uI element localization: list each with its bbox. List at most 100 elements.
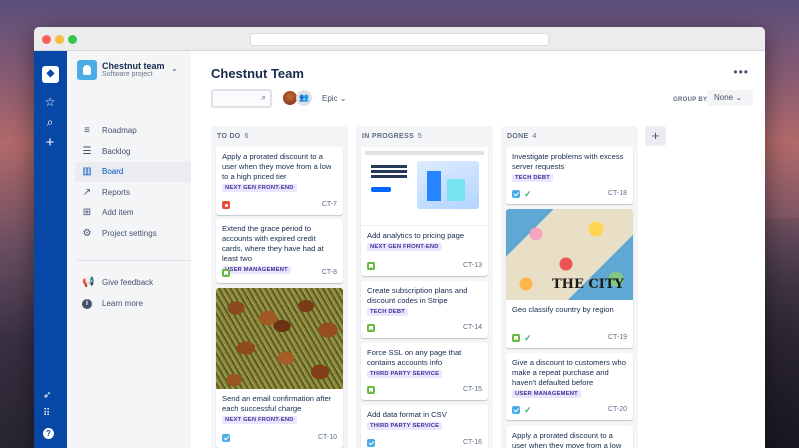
- search-icon[interactable]: ⌕: [42, 114, 58, 130]
- task-icon: [512, 406, 520, 414]
- sidebar-item-label: Learn more: [102, 299, 143, 308]
- epic-filter-label: Epic: [322, 94, 338, 103]
- column-done: DONE 4 Investigate problems with excess s…: [501, 126, 638, 448]
- page-title: Chestnut Team: [211, 66, 304, 81]
- column-header: DONE 4: [507, 133, 537, 140]
- issue-key: CT-13: [462, 262, 482, 269]
- issue-card[interactable]: Create subscription plans and discount c…: [361, 281, 488, 338]
- board-icon: ▥: [82, 166, 92, 177]
- sidebar-item-label: Backlog: [102, 147, 131, 156]
- global-navigation: ◆ ☆ ⌕ + ➶ ⠿ ?: [34, 51, 67, 448]
- app-switcher-icon[interactable]: ⠿: [43, 408, 50, 419]
- story-icon: [512, 334, 520, 342]
- website-screenshot-image: [361, 147, 488, 226]
- settings-icon: ⚙: [82, 228, 92, 239]
- issue-key: CT-14: [462, 324, 482, 331]
- epic-tag: TECH DEBT: [512, 174, 553, 182]
- card-summary: Extend the grace period to accounts with…: [222, 224, 324, 263]
- issue-card[interactable]: Add analytics to pricing page NEXT GEN F…: [361, 147, 488, 276]
- title-bar: [34, 27, 765, 51]
- column-todo: TO DO 6 Apply a prorated discount to a us…: [211, 126, 348, 448]
- column-header: TO DO 6: [217, 133, 249, 140]
- issue-card[interactable]: Force SSL on any page that contains acco…: [361, 343, 488, 400]
- search-input[interactable]: ⌕: [211, 89, 272, 108]
- done-check-icon: ✓: [524, 189, 532, 199]
- column-header: IN PROGRESS 5: [362, 133, 423, 140]
- chevron-down-icon: ⌄: [171, 64, 178, 73]
- close-window-button[interactable]: [42, 35, 51, 44]
- chevron-down-icon: ⌄: [339, 94, 347, 103]
- issue-card[interactable]: Apply a prorated discount to a user when…: [216, 147, 343, 215]
- more-actions-icon[interactable]: •••: [733, 65, 749, 79]
- issue-card[interactable]: Investigate problems with excess server …: [506, 147, 633, 204]
- project-switcher[interactable]: Chestnut team Software project ⌄: [77, 60, 187, 82]
- megaphone-icon: 📢: [82, 277, 95, 288]
- project-avatar: [77, 60, 97, 80]
- group-by-value: None: [714, 93, 734, 102]
- reports-icon: ↗: [82, 187, 92, 198]
- epic-tag: THIRD PARTY SERVICE: [367, 370, 443, 378]
- project-name: Chestnut team: [102, 61, 165, 71]
- sidebar-item-label: Roadmap: [102, 126, 137, 135]
- card-summary: Add data format in CSV: [367, 410, 447, 419]
- task-icon: [367, 439, 375, 447]
- map-city-lettering: THE CITY: [552, 277, 624, 292]
- card-summary: Apply a prorated discount to a user when…: [222, 152, 332, 181]
- epic-tag: TECH DEBT: [367, 308, 408, 316]
- chevron-down-icon: ⌄: [735, 93, 743, 102]
- card-summary: Apply a prorated discount to a user when…: [512, 431, 622, 448]
- issue-card[interactable]: Send an email confirmation after each su…: [216, 288, 343, 448]
- done-check-icon: ✓: [524, 405, 532, 415]
- project-sidebar: Chestnut team Software project ⌄ ≡ Roadm…: [67, 51, 215, 448]
- issue-key: CT-8: [321, 269, 337, 276]
- browser-window: ◆ ☆ ⌕ + ➶ ⠿ ? Chestnut team Software pro…: [34, 27, 765, 448]
- issue-key: CT-20: [607, 406, 627, 413]
- minimize-window-button[interactable]: [55, 35, 64, 44]
- sidebar-item-label: Board: [102, 167, 124, 176]
- maximize-window-button[interactable]: [68, 35, 77, 44]
- create-icon[interactable]: +: [42, 135, 58, 151]
- card-summary: Give a discount to customers who make a …: [512, 358, 626, 387]
- help-icon[interactable]: ?: [43, 428, 54, 439]
- issue-key: CT-16: [462, 439, 482, 446]
- star-icon[interactable]: ☆: [42, 94, 58, 110]
- card-summary: Investigate problems with excess server …: [512, 152, 624, 171]
- card-summary: Send an email confirmation after each su…: [222, 394, 332, 413]
- chestnut-image: [216, 288, 343, 389]
- group-by-select[interactable]: None ⌄: [707, 90, 753, 106]
- add-people-icon[interactable]: 👥: [296, 90, 312, 106]
- issue-key: CT-10: [317, 434, 337, 441]
- story-icon: [367, 386, 375, 394]
- epic-tag: NEXT GEN FRONT-END: [222, 184, 297, 192]
- sidebar-item-label: Project settings: [102, 229, 157, 238]
- add-item-icon: ⊞: [82, 207, 92, 218]
- epic-tag: THIRD PARTY SERVICE: [367, 422, 443, 430]
- column-in-progress: IN PROGRESS 5 Add analytics to pricing pa…: [356, 126, 493, 448]
- card-summary: Geo classify country by region: [512, 305, 614, 314]
- story-icon: [367, 324, 375, 332]
- issue-card[interactable]: Extend the grace period to accounts with…: [216, 219, 343, 283]
- info-icon: i: [82, 299, 92, 309]
- bug-icon: [222, 201, 230, 209]
- jira-logo-icon[interactable]: ◆: [42, 66, 59, 83]
- story-icon: [367, 262, 375, 270]
- epic-filter[interactable]: Epic ⌄: [322, 94, 347, 103]
- roadmap-icon: ≡: [84, 125, 90, 136]
- issue-card[interactable]: Apply a prorated discount to a user when…: [506, 426, 633, 448]
- task-icon: [222, 434, 230, 442]
- epic-tag: NEXT GEN FRONT-END: [367, 243, 442, 251]
- rocket-icon[interactable]: ➶: [43, 390, 51, 401]
- sidebar-item-label: Reports: [102, 188, 131, 197]
- done-check-icon: ✓: [524, 333, 532, 343]
- add-column-button[interactable]: +: [645, 126, 666, 146]
- group-by-label: GROUP BY: [673, 97, 708, 103]
- issue-card[interactable]: THE CITY Geo classify country by region …: [506, 209, 633, 348]
- board-area: Chestnut Team ••• ⌕ 👥 Epic ⌄ GROUP BY No…: [191, 51, 765, 448]
- address-bar[interactable]: [250, 33, 549, 46]
- issue-card[interactable]: Give a discount to customers who make a …: [506, 353, 633, 420]
- issue-key: CT-18: [607, 190, 627, 197]
- issue-key: CT-7: [321, 201, 337, 208]
- issue-card[interactable]: Add data format in CSV THIRD PARTY SERVI…: [361, 405, 488, 448]
- task-icon: [512, 190, 520, 198]
- issue-key: CT-19: [607, 334, 627, 341]
